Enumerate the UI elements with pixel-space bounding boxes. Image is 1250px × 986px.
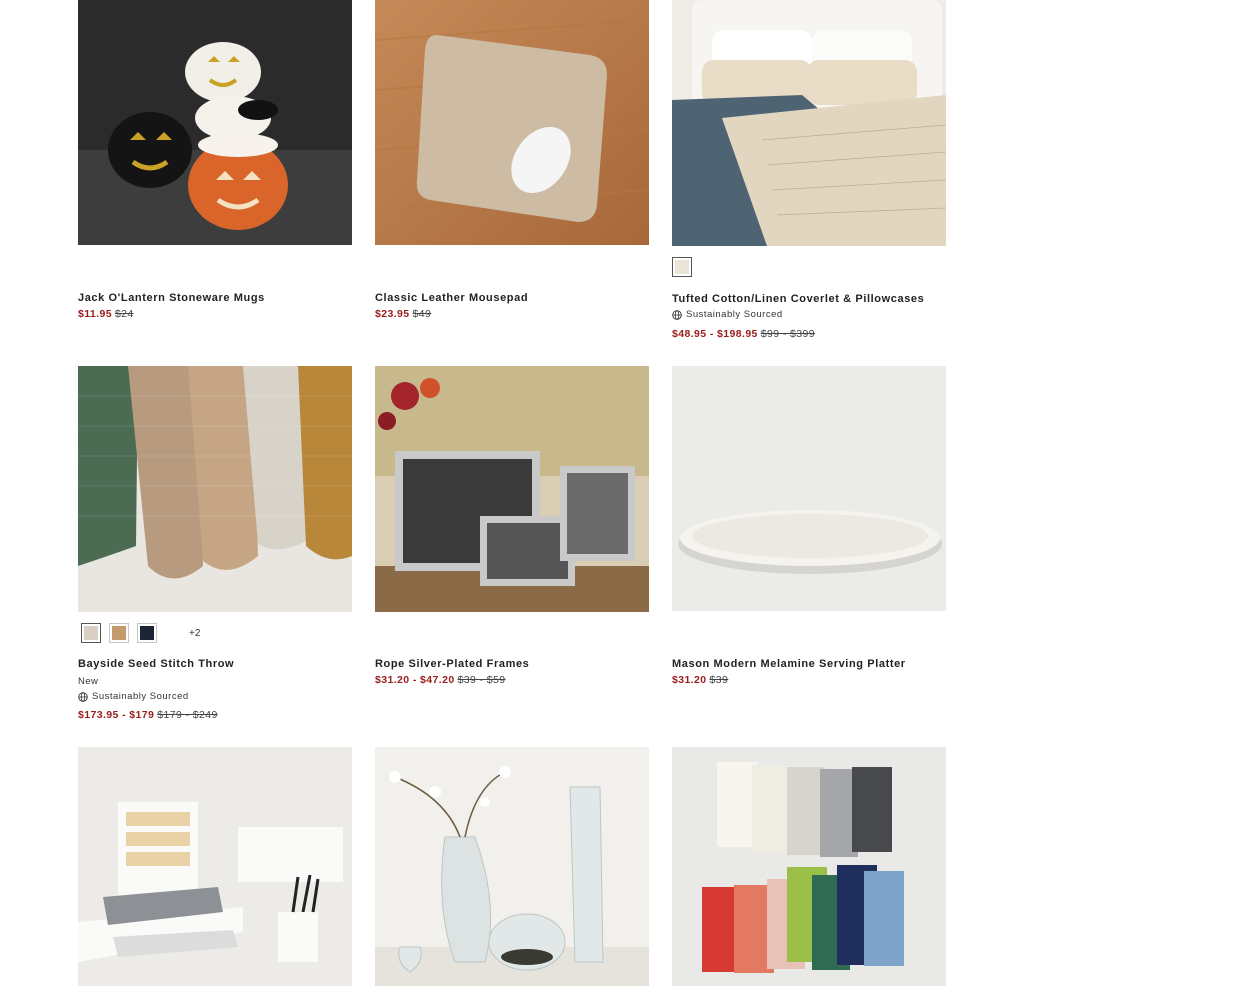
product-image[interactable] [672,747,946,986]
original-price: $179 - $249 [157,709,218,721]
product-price: $31.20 $39 [672,674,728,686]
swatch-tan[interactable] [109,623,129,643]
sale-price: $11.95 [78,308,112,320]
sustainability-label: Sustainably Sourced [686,309,783,320]
sale-price: $173.95 - $179 [78,709,155,721]
original-price: $24 [114,308,134,320]
sustainability-tag: Sustainably Sourced [672,309,783,320]
product-title[interactable]: Mason Modern Melamine Serving Platter [672,658,906,670]
product-image[interactable] [78,747,352,986]
product-image[interactable] [672,366,946,611]
globe-icon [78,691,88,702]
product-price: $11.95 $24 [78,308,134,320]
sustainability-label: Sustainably Sourced [92,691,189,702]
product-price: $173.95 - $179 $179 - $249 [78,709,218,721]
product-image[interactable] [375,747,649,986]
more-swatches[interactable]: +2 [189,628,200,639]
original-price: $39 [709,674,729,686]
original-price: $49 [412,308,432,320]
product-image[interactable] [672,0,946,246]
product-price: $31.20 - $47.20 $39 - $59 [375,674,506,686]
product-title[interactable]: Bayside Seed Stitch Throw [78,658,234,670]
product-image[interactable] [375,366,649,612]
sale-price: $48.95 - $198.95 [672,328,758,340]
product-title[interactable]: Tufted Cotton/Linen Coverlet & Pillowcas… [672,293,924,305]
sale-price: $31.20 [672,674,707,686]
product-title[interactable]: Classic Leather Mousepad [375,292,528,304]
product-title[interactable]: Rope Silver-Plated Frames [375,658,529,670]
original-price: $39 - $59 [457,674,506,686]
globe-icon [672,309,682,320]
original-price: $99 - $399 [760,328,816,340]
product-price: $48.95 - $198.95 $99 - $399 [672,328,815,340]
sale-price: $23.95 [375,308,410,320]
sale-price: $31.20 - $47.20 [375,674,455,686]
swatch-ivory[interactable] [81,623,101,643]
color-swatches: +2 [81,623,200,643]
product-title[interactable]: Jack O'Lantern Stoneware Mugs [78,292,265,304]
color-swatches [672,257,692,277]
product-price: $23.95 $49 [375,308,431,320]
swatch-navy[interactable] [137,623,157,643]
new-badge: New [78,676,99,687]
product-image[interactable] [375,0,649,245]
sustainability-tag: Sustainably Sourced [78,691,189,702]
product-image[interactable] [78,366,352,612]
swatch-natural[interactable] [672,257,692,277]
product-image[interactable] [78,0,352,245]
